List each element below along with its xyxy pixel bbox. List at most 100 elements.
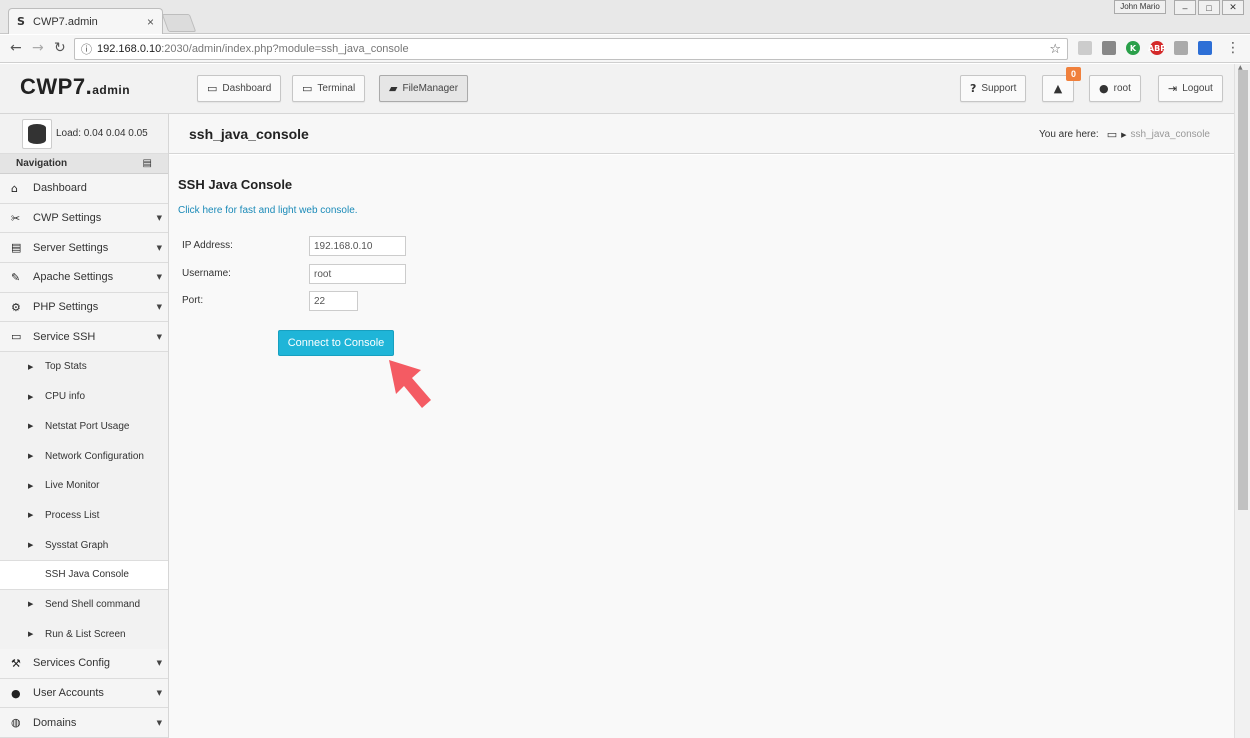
caret-right-icon: ▶: [28, 541, 34, 550]
url-host: 192.168.0.10: [97, 43, 162, 55]
monitor-icon: ▭: [302, 82, 313, 95]
page-title: ssh_java_console: [189, 126, 309, 142]
breadcrumb: You are here: ▭ ▶ ssh_java_console: [1039, 128, 1210, 141]
support-button[interactable]: ? Support: [960, 75, 1027, 102]
user-button[interactable]: ● root: [1089, 75, 1141, 102]
caret-down-icon: ▼: [156, 689, 162, 698]
terminal-button[interactable]: ▭ Terminal: [292, 75, 366, 102]
scrollbar-thumb[interactable]: [1238, 70, 1248, 510]
sidebar-toggle-icon[interactable]: ▤: [143, 158, 152, 169]
maximize-icon[interactable]: □: [1198, 0, 1220, 15]
extension-icon[interactable]: K: [1126, 41, 1140, 55]
submenu-item-process-list[interactable]: ▶ Process List: [0, 500, 168, 531]
logo-main: CWP7: [20, 74, 86, 99]
logout-icon: ⇥: [1168, 82, 1178, 95]
user-icon: ●: [1099, 82, 1109, 95]
database-icon[interactable]: [22, 118, 52, 149]
caret-down-icon: ▼: [156, 659, 162, 668]
submenu-item-label: CPU info: [45, 391, 86, 403]
user-label: root: [1113, 83, 1131, 94]
submenu-item-label: Process List: [45, 509, 100, 521]
close-tab-icon[interactable]: ×: [147, 15, 154, 29]
caret-right-icon: ▶: [28, 481, 34, 490]
monitor-icon[interactable]: ▭: [1107, 128, 1117, 141]
caret-right-icon: ▶: [28, 452, 34, 461]
sidebar-item-label: Apache Settings: [33, 271, 114, 284]
dashboard-button[interactable]: ▭ Dashboard: [197, 75, 282, 102]
caret-right-icon: ▶: [28, 362, 34, 371]
back-arrow-icon[interactable]: ←: [10, 40, 22, 56]
extension-icon[interactable]: [1102, 41, 1116, 55]
sidebar-item-services-config[interactable]: ⚒ Services Config ▼: [0, 649, 168, 679]
breadcrumb-current: ssh_java_console: [1130, 129, 1211, 140]
caret-down-icon: ▼: [156, 214, 162, 223]
filemanager-button[interactable]: ▰ FileManager: [379, 75, 469, 102]
extension-icon[interactable]: [1174, 41, 1188, 55]
globe-icon: ◍: [11, 716, 21, 730]
star-icon[interactable]: ☆: [1049, 42, 1061, 57]
logo[interactable]: CWP7.admin: [20, 74, 130, 100]
url-bar[interactable]: ⓘ 192.168.0.10 :2030/admin/index.php?mod…: [74, 38, 1068, 60]
tab-title: CWP7.admin: [33, 15, 98, 28]
submenu-item-live-monitor[interactable]: ▶ Live Monitor: [0, 470, 168, 501]
question-icon: ?: [970, 82, 977, 95]
sidebar-item-dashboard[interactable]: ⌂ Dashboard: [0, 174, 168, 204]
submenu-item-run-list-screen[interactable]: ▶ Run & List Screen: [0, 619, 168, 649]
menu-icon[interactable]: ⋮: [1226, 40, 1240, 56]
browser-tab[interactable]: S CWP7.admin ×: [8, 8, 163, 34]
server-icon: ▤: [11, 241, 22, 255]
username-label: Username:: [182, 268, 231, 279]
connect-to-console-button[interactable]: Connect to Console: [278, 330, 394, 356]
sidebar-item-apache-settings[interactable]: ✎ Apache Settings ▼: [0, 263, 168, 293]
submenu-item-send-shell-command[interactable]: ▶ Send Shell command: [0, 589, 168, 620]
filemanager-label: FileManager: [402, 83, 459, 94]
browser-tabbar: S CWP7.admin × John Mario – □ ✕: [0, 0, 1250, 34]
logo-sub: admin: [92, 83, 131, 97]
reload-icon[interactable]: ↻: [54, 40, 66, 56]
submenu-item-ssh-java-console[interactable]: SSH Java Console: [0, 559, 168, 590]
submenu-item-label: Live Monitor: [45, 480, 100, 492]
url-path: :2030/admin/index.php?module=ssh_java_co…: [161, 43, 409, 55]
sidebar-item-service-ssh[interactable]: ▭ Service SSH ▼: [0, 322, 168, 353]
window-user-badge[interactable]: John Mario: [1114, 0, 1166, 14]
submenu-item-network-configuration[interactable]: ▶ Network Configuration: [0, 441, 168, 471]
page-scrollbar[interactable]: ▲: [1234, 64, 1250, 738]
submenu-item-top-stats[interactable]: ▶ Top Stats: [0, 352, 168, 382]
caret-down-icon: ▼: [156, 332, 162, 341]
minimize-icon[interactable]: –: [1174, 0, 1196, 15]
extension-icon[interactable]: [1198, 41, 1212, 55]
bell-icon: ▲: [1053, 82, 1063, 95]
app-header: CWP7.admin ▭ Dashboard ▭ Terminal ▰ File…: [0, 64, 1234, 114]
web-console-link[interactable]: Click here for fast and light web consol…: [178, 205, 358, 216]
logout-button[interactable]: ⇥ Logout: [1158, 75, 1223, 102]
caret-down-icon: ▼: [156, 718, 162, 727]
address-toolbar: ← → ↻ ⓘ 192.168.0.10 :2030/admin/index.p…: [0, 35, 1250, 63]
ip-address-field[interactable]: 192.168.0.10: [309, 236, 406, 256]
username-field[interactable]: root: [309, 264, 406, 284]
sidebar-item-server-settings[interactable]: ▤ Server Settings ▼: [0, 233, 168, 264]
page-header: ssh_java_console You are here: ▭ ▶ ssh_j…: [169, 114, 1234, 154]
sidebar-item-label: Service SSH: [33, 330, 96, 343]
caret-down-icon: ▼: [156, 273, 162, 282]
submenu-item-netstat-port-usage[interactable]: ▶ Netstat Port Usage: [0, 411, 168, 442]
feather-icon: ✎: [11, 270, 21, 284]
caret-right-icon: ▶: [28, 422, 34, 431]
port-field[interactable]: 22: [309, 291, 358, 311]
support-label: Support: [981, 83, 1017, 94]
notification-badge: 0: [1066, 67, 1081, 81]
sidebar-item-domains[interactable]: ◍ Domains ▼: [0, 708, 168, 738]
new-tab-button[interactable]: [161, 14, 197, 32]
adblock-icon[interactable]: ABP: [1148, 41, 1166, 55]
extension-icon[interactable]: [1078, 41, 1092, 55]
forward-arrow-icon[interactable]: →: [32, 40, 44, 56]
sidebar-item-label: Domains: [33, 716, 77, 729]
tools-icon: ✂: [11, 211, 21, 225]
sidebar-item-label: CWP Settings: [33, 212, 102, 225]
sidebar-item-cwp-settings[interactable]: ✂ CWP Settings ▼: [0, 203, 168, 234]
close-window-icon[interactable]: ✕: [1222, 0, 1244, 15]
info-icon[interactable]: ⓘ: [81, 41, 97, 57]
submenu-item-cpu-info[interactable]: ▶ CPU info: [0, 381, 168, 412]
sidebar-item-php-settings[interactable]: ⚙ PHP Settings ▼: [0, 292, 168, 323]
sidebar-item-user-accounts[interactable]: ● User Accounts ▼: [0, 678, 168, 709]
submenu-item-sysstat-graph[interactable]: ▶ Sysstat Graph: [0, 530, 168, 560]
